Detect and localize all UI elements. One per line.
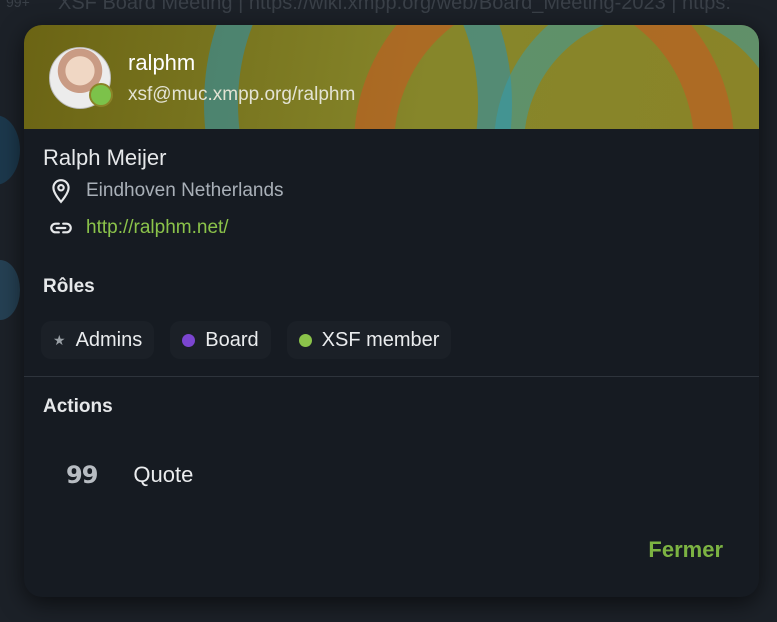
url-row: http://ralphm.net/ — [48, 215, 229, 241]
actions-heading: Actions — [43, 396, 113, 417]
role-label: Admins — [75, 328, 143, 351]
role-color-dot — [182, 333, 196, 347]
divider — [24, 376, 759, 377]
nickname: ralphm — [128, 50, 196, 75]
background-avatar — [0, 115, 20, 185]
star-icon: ★ — [53, 331, 66, 348]
jid: xsf@muc.xmpp.org/ralphm — [128, 84, 356, 105]
quote-icon: 99 — [66, 461, 98, 489]
room-topic: XSF Board Meeting | https://wiki.xmpp.or… — [58, 0, 731, 14]
profile-banner: ralphm xsf@muc.xmpp.org/ralphm — [24, 25, 759, 129]
role-label: XSF member — [321, 328, 440, 351]
link-icon — [50, 222, 72, 234]
role-label: Board — [205, 328, 259, 351]
location-pin-icon — [52, 179, 70, 204]
presence-status-icon — [89, 83, 113, 107]
role-chip-xsf-member: XSF member — [286, 321, 452, 359]
quote-action-button[interactable]: 99 Quote — [24, 445, 759, 505]
background-avatar — [0, 260, 20, 320]
close-button[interactable]: Fermer — [634, 533, 737, 567]
roles-heading: Rôles — [43, 276, 95, 297]
occupant-details-dialog: ralphm xsf@muc.xmpp.org/ralphm Ralph Mei… — [24, 25, 759, 597]
role-chip-board: Board — [170, 321, 271, 359]
full-name: Ralph Meijer — [43, 145, 167, 170]
quote-label: Quote — [133, 462, 194, 487]
location-text: Eindhoven Netherlands — [86, 180, 284, 201]
role-chip-admins: ★ Admins — [41, 321, 155, 359]
roles-list: ★ Admins Board XSF member — [41, 321, 452, 359]
unread-badge: 99+ — [6, 0, 30, 10]
location-row: Eindhoven Netherlands — [48, 178, 284, 204]
profile-url-link[interactable]: http://ralphm.net/ — [86, 217, 229, 239]
role-color-dot — [298, 333, 312, 347]
